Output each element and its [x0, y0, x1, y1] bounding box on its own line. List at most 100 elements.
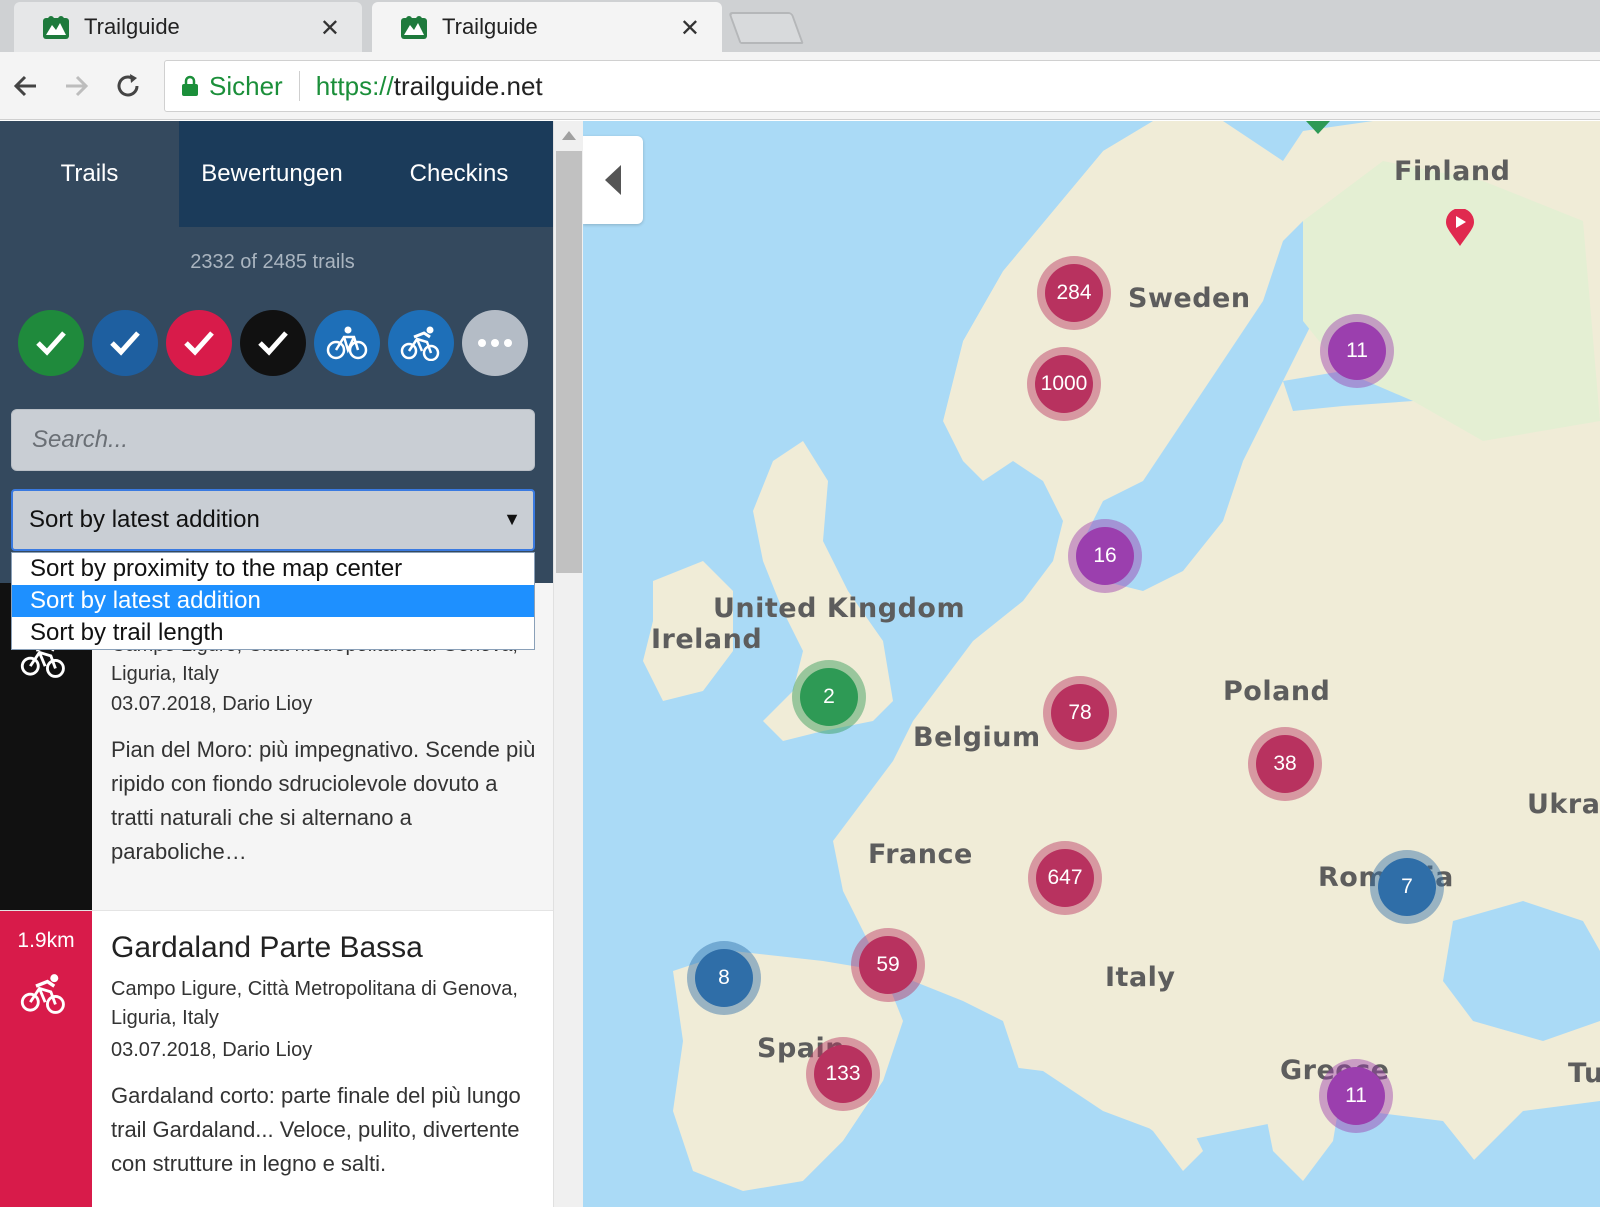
cluster-count: 647	[1036, 849, 1094, 907]
cluster-marker[interactable]: 647	[1028, 841, 1102, 915]
cluster-count: 7	[1378, 858, 1436, 916]
country-label: Belgium	[913, 722, 1041, 753]
lock-icon	[182, 75, 198, 96]
scroll-thumb[interactable]	[556, 151, 582, 573]
tab-strip: Trailguide ✕ Trailguide ✕	[0, 0, 1600, 52]
cluster-marker[interactable]: 16	[1068, 519, 1142, 593]
filter-red-button[interactable]	[166, 310, 232, 376]
cluster-marker[interactable]: 2	[792, 660, 866, 734]
trail-count: 2332 of 2485 trails	[190, 251, 355, 273]
cluster-marker[interactable]: 284	[1037, 256, 1111, 330]
sort-selected: Sort by latest addition	[29, 506, 260, 533]
cluster-count: 16	[1076, 527, 1134, 585]
close-icon[interactable]: ✕	[680, 14, 700, 43]
trail-description: Gardaland corto: parte finale del più lu…	[111, 1083, 521, 1176]
filter-more-button[interactable]	[462, 310, 528, 376]
sort-option-latest[interactable]: Sort by latest addition	[12, 585, 534, 617]
cluster-count: 8	[695, 949, 753, 1007]
sort-option-length[interactable]: Sort by trail length	[12, 617, 534, 649]
close-icon[interactable]: ✕	[320, 14, 340, 43]
chevron-left-icon	[605, 165, 621, 195]
trailguide-favicon-icon	[43, 16, 69, 39]
divider	[298, 71, 300, 101]
tab-bewertungen[interactable]: Bewertungen	[179, 121, 365, 227]
country-label: Tu	[1568, 1058, 1600, 1089]
country-label: Finland	[1394, 156, 1511, 187]
trail-description: Pian del Moro: più impegnativo. Scende p…	[111, 737, 536, 864]
filter-green-button[interactable]	[18, 310, 84, 376]
trail-meta: 03.07.2018, Dario Lioy	[111, 1039, 313, 1061]
tab-checkins[interactable]: Checkins	[365, 121, 553, 227]
browser-toolbar: Sicher https:// trailguide.net	[0, 52, 1600, 120]
collapse-sidebar-button[interactable]	[583, 136, 643, 224]
cluster-marker[interactable]: 7	[1370, 850, 1444, 924]
sidebar-scrollbar[interactable]	[553, 121, 583, 1207]
cluster-marker[interactable]: 133	[806, 1037, 880, 1111]
back-arrow-icon[interactable]	[8, 68, 44, 104]
country-label: Sweden	[1128, 283, 1251, 314]
tab-title: Trailguide	[84, 14, 180, 39]
tab-trails[interactable]: Trails	[0, 121, 179, 227]
forward-arrow-icon[interactable]	[58, 68, 94, 104]
sidebar: Trails Bewertungen Checkins 2332 of 2485…	[0, 121, 553, 1207]
cluster-marker[interactable]: 1000	[1027, 347, 1101, 421]
sort-option-proximity[interactable]: Sort by proximity to the map center	[12, 553, 534, 585]
secure-label: Sicher	[209, 70, 283, 101]
cluster-marker[interactable]: 11	[1320, 314, 1394, 388]
filter-blue-button[interactable]	[92, 310, 158, 376]
map[interactable]: Finland Sweden United Kingdom Ireland Po…	[583, 121, 1600, 1207]
cluster-count: 38	[1256, 735, 1314, 793]
cluster-marker[interactable]: 78	[1043, 676, 1117, 750]
cluster-count: 59	[859, 936, 917, 994]
cluster-count: 11	[1328, 322, 1386, 380]
cluster-marker[interactable]: 11	[1319, 1059, 1393, 1133]
cluster-count: 284	[1045, 264, 1103, 322]
downhill-bike-icon	[400, 326, 440, 361]
cluster-count: 2	[800, 668, 858, 726]
map-marker-icon[interactable]	[1303, 121, 1333, 135]
country-label: Ukrai	[1527, 789, 1600, 820]
more-icon	[478, 339, 512, 347]
cluster-marker[interactable]: 8	[687, 941, 761, 1015]
cluster-count: 78	[1051, 684, 1109, 742]
sort-select[interactable]: Sort by latest addition ▼	[11, 489, 535, 551]
check-icon	[258, 331, 288, 356]
country-label: Italy	[1105, 962, 1176, 993]
scroll-up-arrow-icon[interactable]	[562, 131, 576, 140]
cluster-count: 11	[1327, 1067, 1385, 1125]
browser-tab[interactable]: Trailguide ✕	[14, 2, 362, 52]
url-scheme: https://	[315, 70, 394, 101]
country-label: Ireland	[651, 624, 763, 655]
filter-black-button[interactable]	[240, 310, 306, 376]
trail-title[interactable]: Gardaland Parte Bassa	[111, 931, 423, 965]
country-label: France	[868, 839, 973, 870]
cluster-marker[interactable]: 38	[1248, 727, 1322, 801]
trail-distance: 1.9km	[17, 929, 75, 952]
cluster-marker[interactable]: 59	[851, 928, 925, 1002]
search-input[interactable]	[11, 409, 535, 471]
tab-title: Trailguide	[442, 14, 538, 39]
trail-card[interactable]: 1.9km Gardaland Parte Bassa Campo Ligure…	[0, 910, 553, 1207]
trail-location: Campo Ligure, Città Metropolitana di Gen…	[111, 978, 518, 1029]
sidebar-tabs: Trails Bewertungen Checkins	[0, 121, 553, 227]
sort-options: Sort by proximity to the map center Sort…	[11, 552, 535, 650]
new-tab-button[interactable]	[728, 12, 804, 44]
check-icon	[184, 331, 214, 356]
check-icon	[110, 331, 140, 356]
url-host: trailguide.net	[393, 70, 543, 101]
country-label: United Kingdom	[713, 593, 966, 624]
browser-tab-active[interactable]: Trailguide ✕	[372, 2, 722, 52]
filter-bike-button[interactable]	[314, 310, 380, 376]
cluster-count: 133	[814, 1045, 872, 1103]
bike-icon	[326, 326, 368, 360]
check-icon	[36, 331, 66, 356]
trail-meta: 03.07.2018, Dario Lioy	[111, 693, 313, 715]
map-pin-icon[interactable]	[1445, 209, 1475, 247]
filter-downhill-button[interactable]	[388, 310, 454, 376]
downhill-bike-icon	[20, 974, 65, 1014]
cluster-count: 1000	[1035, 355, 1093, 413]
trailguide-favicon-icon	[401, 16, 427, 39]
country-label: Poland	[1223, 676, 1331, 707]
address-bar[interactable]: Sicher https:// trailguide.net	[164, 60, 1600, 112]
reload-icon[interactable]	[110, 68, 146, 104]
